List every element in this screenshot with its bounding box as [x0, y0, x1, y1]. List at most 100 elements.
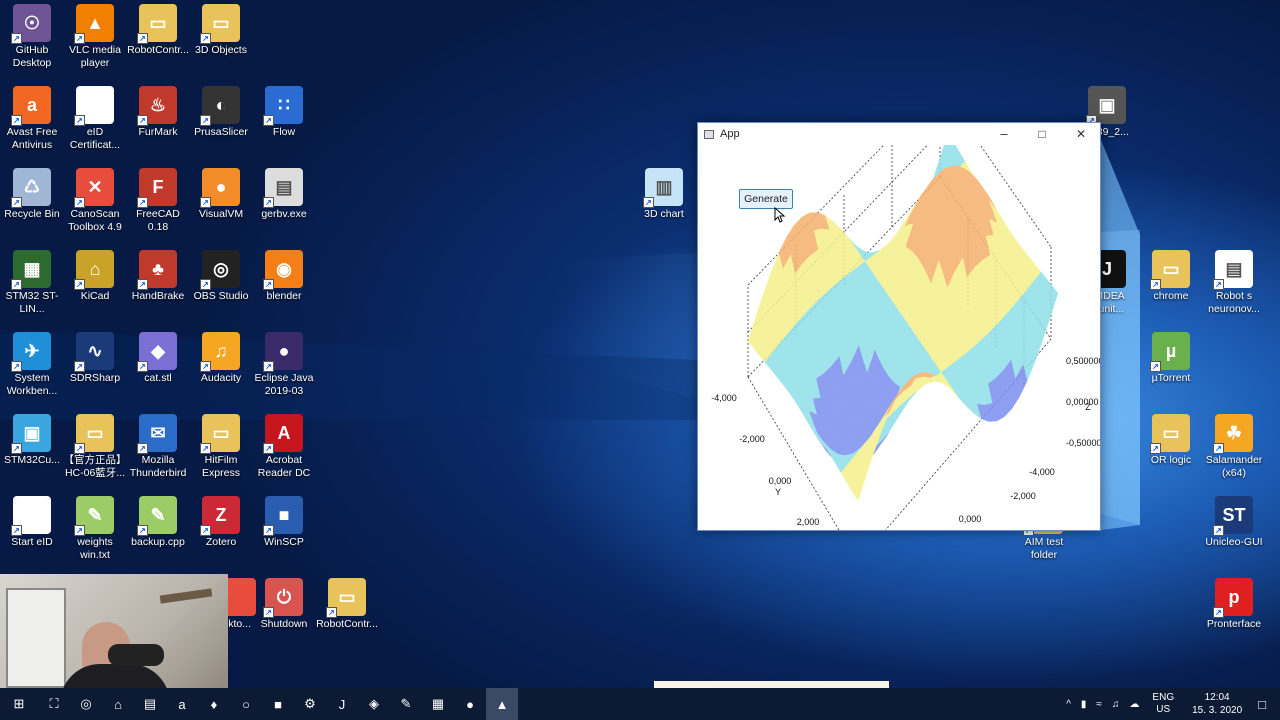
desktop-icon[interactable]: ☉ ↗ GitHub Desktop [0, 0, 64, 70]
taskbar-app-icon[interactable]: ▦ [422, 688, 454, 720]
desktop-icon[interactable]: ▭ ↗ HitFilm Express [189, 410, 253, 480]
taskbar-app-icon[interactable]: a [166, 688, 198, 720]
shortcut-arrow-icon: ↗ [263, 197, 274, 208]
z-tick-label: -0,50000 [1066, 438, 1100, 448]
desktop-icon[interactable]: ▥ ↗ 3D chart [632, 164, 696, 221]
desktop-icon[interactable]: µ ↗ µTorrent [1139, 328, 1203, 385]
microphone [108, 644, 164, 666]
desktop-icon[interactable]: ■ ↗ WinSCP [252, 492, 316, 549]
app-titlebar[interactable]: App – □ ✕ [698, 123, 1100, 145]
desktop-icon[interactable]: ♫ ↗ Audacity [189, 328, 253, 385]
desktop-icon[interactable]: A ↗ Acrobat Reader DC [252, 410, 316, 480]
ceiling-fan [159, 588, 213, 604]
taskbar-app-icon[interactable]: ✎ [390, 688, 422, 720]
shortcut-arrow-icon: ↗ [11, 525, 22, 536]
desktop-icon[interactable]: F ↗ FreeCAD 0.18 [126, 164, 190, 234]
shortcut-arrow-icon: ↗ [1150, 361, 1161, 372]
tray-expand-icon[interactable]: ^ [1066, 699, 1071, 710]
taskbar-app-icon[interactable]: ◈ [358, 688, 390, 720]
app-window[interactable]: App – □ ✕ -4,000 -2,000 0,000 2,000 -4,000 -2… [697, 122, 1101, 531]
taskbar-app-icon[interactable]: ⊞ [0, 688, 38, 720]
desktop-icon[interactable]: ▭ ↗ 3D Objects [189, 0, 253, 57]
maximize-button[interactable]: □ [1023, 125, 1061, 143]
taskbar-app-icon[interactable]: ▤ [134, 688, 166, 720]
x-tick-label: 0,000 [959, 514, 982, 524]
desktop-icon-label: STM32Cu... [3, 454, 61, 466]
desktop-icon[interactable]: ◎ ↗ OBS Studio [189, 246, 253, 303]
desktop-icon[interactable]: ⌂ ↗ KiCad [63, 246, 127, 303]
desktop-icon[interactable]: ↗ eID Certificat... [63, 82, 127, 152]
taskbar-app-icon[interactable]: ⛶ [38, 688, 70, 720]
close-button[interactable]: ✕ [1062, 125, 1100, 143]
desktop-icon[interactable]: ◉ ↗ blender [252, 246, 316, 303]
desktop-icon[interactable]: ▤ ↗ Robot s neuronov... [1202, 246, 1266, 316]
taskbar-app-icon[interactable]: ▲ [486, 688, 518, 720]
taskbar-app-icon[interactable]: J [326, 688, 358, 720]
taskbar-app-icon[interactable]: ■ [262, 688, 294, 720]
system-tray: ^ ▮ ≈ ♫ ☁ ENG US 12:04 15. 3. 2020 □ [1061, 688, 1280, 720]
taskbar-app-icon[interactable]: ◎ [70, 688, 102, 720]
language-indicator[interactable]: ENG US [1152, 692, 1174, 716]
desktop-icon[interactable]: ✈ ↗ System Workben... [0, 328, 64, 398]
notification-icon[interactable]: □ [1258, 697, 1266, 712]
desktop-icon[interactable]: ✉ ↗ Mozilla Thunderbird [126, 410, 190, 480]
desktop-icon-label: RobotContr... [127, 44, 189, 56]
volume-icon[interactable]: ♫ [1112, 699, 1120, 710]
taskbar-app-icon[interactable]: ⌂ [102, 688, 134, 720]
desktop-icon[interactable]: ● ↗ Eclipse Java 2019-03 [252, 328, 316, 398]
cloud-icon[interactable]: ☁ [1129, 699, 1139, 710]
desktop-icon[interactable]: ↗ Start eID [0, 492, 64, 549]
taskbar-app-icon[interactable]: ♦ [198, 688, 230, 720]
desktop-icon[interactable]: a ↗ Avast Free Antivirus [0, 82, 64, 152]
shortcut-arrow-icon: ↗ [263, 115, 274, 126]
desktop-icon-label: Audacity [200, 372, 242, 384]
desktop-icon[interactable]: ● ↗ VisualVM [189, 164, 253, 221]
desktop-icon[interactable]: ∿ ↗ SDRSharp [63, 328, 127, 385]
desktop-icon-label: chrome [1153, 290, 1189, 302]
taskbar: ⊞ ⛶ ◎ ⌂ ▤ a ♦ ○ ■ ⚙ J ◈ ✎ ▦ ● ▲ ^ ▮ ≈ ♫ ☁ ENG US 12:04 15… [0, 688, 1280, 720]
desktop-icon[interactable]: ▤ ↗ gerbv.exe [252, 164, 316, 221]
desktop-icon[interactable]: ✕ ↗ CanoScan Toolbox 4.9 [63, 164, 127, 234]
generate-button[interactable]: Generate [739, 189, 793, 209]
lang-text: ENG [1152, 692, 1175, 703]
desktop-icon[interactable]: ♺ ↗ Recycle Bin [0, 164, 64, 221]
shortcut-arrow-icon: ↗ [11, 115, 22, 126]
desktop-icon[interactable]: ▭ ↗ RobotContr... [126, 0, 190, 57]
battery-icon[interactable]: ▮ [1081, 699, 1087, 710]
desktop-icon[interactable]: Z ↗ Zotero [189, 492, 253, 549]
network-icon[interactable]: ≈ [1096, 699, 1102, 710]
minimize-button[interactable]: – [985, 125, 1023, 143]
desktop-icon[interactable]: ◆ ↗ cat.stl [126, 328, 190, 385]
taskbar-app-icon[interactable]: ○ [230, 688, 262, 720]
desktop-icon[interactable]: ▭ ↗ chrome [1139, 246, 1203, 303]
desktop-icon[interactable]: ▦ ↗ STM32 ST-LIN... [0, 246, 64, 316]
clock[interactable]: 12:04 15. 3. 2020 [1192, 691, 1242, 717]
desktop-icon[interactable]: ✎ ↗ weights win.txt [63, 492, 127, 562]
desktop-icon[interactable]: ◐ ↗ PrusaSlicer [189, 82, 253, 139]
desktop-icon-label: FurMark [138, 126, 178, 138]
desktop-icon[interactable]: ☘ ↗ Salamander (x64) [1202, 410, 1266, 480]
desktop-icon[interactable]: ST ↗ Unicleo-GUI [1202, 492, 1266, 549]
desktop-icon[interactable]: p ↗ Pronterface [1202, 574, 1266, 631]
desktop-icon-image: ↗ [74, 86, 114, 126]
desktop-icon[interactable]: ✎ ↗ backup.cpp [126, 492, 190, 549]
clock-date: 15. 3. 2020 [1192, 705, 1243, 716]
desktop-icon[interactable]: ▣ ↗ STM32Cu... [0, 410, 64, 467]
desktop-icon-label: 3D Objects [195, 44, 247, 56]
desktop-icon-image: ♫ ↗ [200, 332, 240, 372]
desktop-icon-image: ▥ ↗ [643, 168, 683, 208]
desktop-icon-label: CanoScan Toolbox 4.9 [68, 208, 122, 233]
desktop-icon-label: blender [266, 290, 302, 302]
desktop-icon[interactable]: ▲ ↗ VLC media player [63, 0, 127, 70]
whiteboard [6, 588, 66, 688]
desktop-icon[interactable]: ♨ ↗ FurMark [126, 82, 190, 139]
taskbar-app-icon[interactable]: ⚙ [294, 688, 326, 720]
desktop-icon[interactable]: ▭ ↗ OR logic [1139, 410, 1203, 467]
taskbar-app-icon[interactable]: ● [454, 688, 486, 720]
shortcut-arrow-icon: ↗ [74, 197, 85, 208]
desktop-icon[interactable]: ▭ ↗ 【官方正品】 HC-06藍牙... [63, 410, 127, 480]
x-tick-label: -2,000 [1010, 491, 1036, 501]
desktop-icon[interactable]: ▭ ↗ RobotContr... [315, 574, 379, 631]
desktop-icon[interactable]: ♣ ↗ HandBrake [126, 246, 190, 303]
desktop-icon[interactable]: ∷ ↗ Flow [252, 82, 316, 139]
